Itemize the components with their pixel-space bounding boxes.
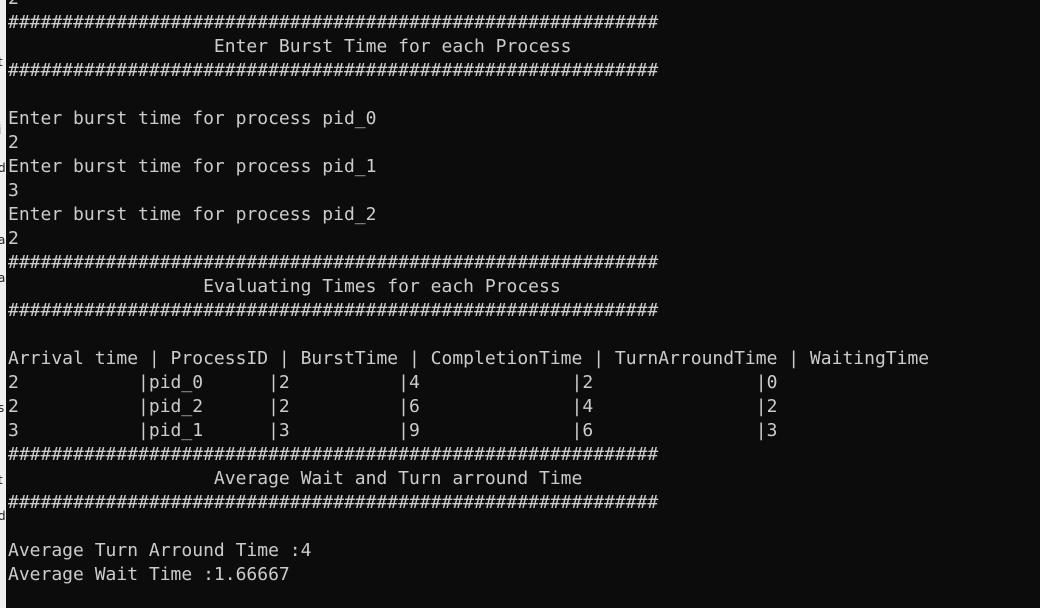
console-line: 3 |pid_1 |3 |9 |6 |3 [8, 420, 778, 441]
console-line: Enter burst time for process pid_1 [8, 156, 377, 177]
console-line: ########################################… [8, 300, 659, 321]
console-line: Evaluating Times for each Process [8, 276, 561, 297]
console-line: Arrival time | ProcessID | BurstTime | C… [8, 348, 930, 369]
background-text-fragment: i [0, 122, 6, 138]
console-line: Enter Burst Time for each Process [8, 36, 572, 57]
console-line: Enter burst time for process pid_2 [8, 204, 377, 225]
console-line: 2 [8, 132, 19, 153]
console-line: 2 [8, 228, 19, 249]
console-line: Average Wait and Turn arround Time [8, 468, 583, 489]
background-text-fragment: a [0, 233, 6, 247]
background-window-strip: t i d a a s t d [0, 0, 6, 608]
console-line: Enter burst time for process pid_0 [8, 108, 377, 129]
background-text-fragment: t [0, 473, 3, 487]
console-line: Average Turn Arround Time :4 [8, 540, 312, 561]
console-line: 2 [8, 0, 1040, 11]
console-line: ########################################… [8, 12, 659, 33]
console-line: 3 [8, 180, 19, 201]
console-line: ########################################… [8, 252, 659, 273]
background-text-fragment: d [0, 161, 6, 175]
background-text-fragment: d [0, 509, 6, 523]
console-line: 2 |pid_2 |2 |6 |4 |2 [8, 396, 778, 417]
console-line: ########################################… [8, 60, 659, 81]
console-line: Average Wait Time :1.66667 [8, 564, 290, 585]
background-text-fragment: t [0, 55, 3, 69]
console-line: ########################################… [8, 492, 659, 513]
background-text-fragment: s [0, 401, 5, 415]
console-output[interactable]: 2#######################################… [8, 0, 1040, 587]
background-text-fragment: a [0, 271, 6, 285]
console-line: ########################################… [8, 444, 659, 465]
console-line: 2 |pid_0 |2 |4 |2 |0 [8, 372, 778, 393]
